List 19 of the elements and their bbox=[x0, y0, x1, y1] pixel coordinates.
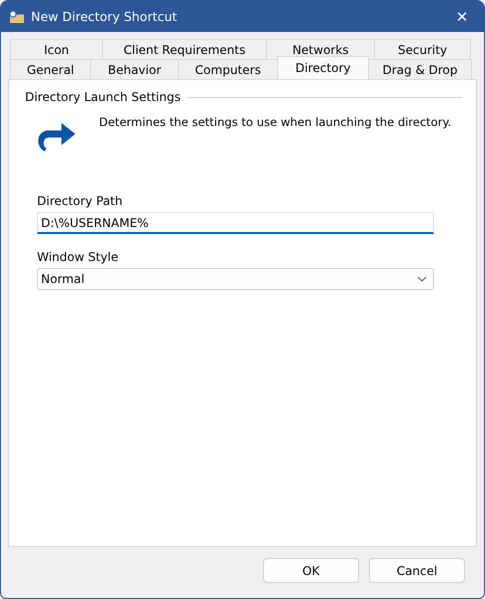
field-label: Window Style bbox=[37, 250, 120, 264]
tab[interactable]: Drag & Drop bbox=[368, 59, 472, 79]
chevron-down-icon bbox=[417, 276, 427, 282]
tab[interactable]: Computers bbox=[178, 59, 278, 79]
window-title: New Directory Shortcut bbox=[31, 9, 178, 24]
path-input-field[interactable]: D:\%USERNAME% bbox=[37, 212, 434, 234]
group-title: Directory Launch Settings bbox=[25, 90, 181, 104]
tab[interactable]: Directory bbox=[277, 56, 369, 79]
tab[interactable]: Icon bbox=[10, 39, 103, 59]
description-text: Determines the settings to use when launching the directory. bbox=[99, 115, 452, 131]
field-label: Directory Path bbox=[37, 194, 124, 208]
cancel-button[interactable]: Cancel bbox=[369, 558, 465, 583]
ok-button[interactable]: OK bbox=[263, 558, 359, 583]
tab[interactable]: General bbox=[10, 59, 91, 79]
folder-app-icon bbox=[9, 10, 25, 24]
tab[interactable]: Security bbox=[374, 39, 471, 59]
style-dropdown[interactable]: Normal bbox=[37, 268, 434, 290]
tab[interactable]: Client Requirements bbox=[102, 39, 267, 59]
close-button[interactable]: ✕ bbox=[440, 1, 484, 32]
